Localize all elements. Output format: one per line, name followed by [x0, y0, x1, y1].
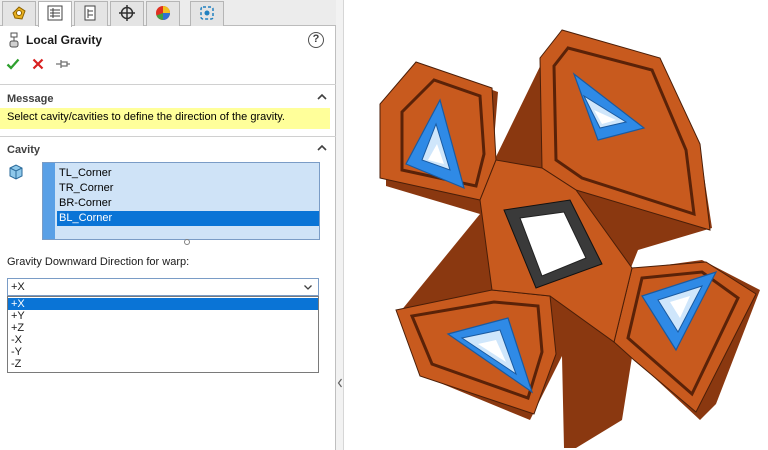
dimxpert-manager-tab[interactable]	[110, 1, 144, 26]
property-manager-icon	[46, 4, 64, 25]
mold-part-model	[379, 29, 760, 448]
cavity-collapse-chevron-icon[interactable]	[316, 143, 328, 156]
message-collapse-chevron-icon[interactable]	[316, 92, 328, 105]
option-minus-y[interactable]: -Y	[8, 346, 318, 358]
checkmark-icon	[6, 57, 20, 74]
manager-tab-bar	[0, 0, 336, 27]
ok-button[interactable]	[4, 56, 22, 74]
list-item-tr-corner[interactable]: TR_Corner	[57, 181, 319, 196]
cancel-button[interactable]	[29, 56, 47, 74]
configuration-manager-tab[interactable]	[74, 1, 108, 26]
gravity-direction-label: Gravity Downward Direction for warp:	[7, 256, 190, 268]
panel-header: Local Gravity ?	[0, 28, 336, 54]
pushpin-icon	[55, 57, 71, 74]
simulation-tab[interactable]	[190, 1, 224, 26]
feature-manager-tab[interactable]	[2, 1, 36, 26]
panel-splitter[interactable]	[336, 0, 344, 450]
x-icon	[31, 57, 45, 74]
selected-direction-value: +X	[11, 281, 25, 293]
list-accent-stripe	[43, 163, 55, 239]
simulation-icon	[198, 4, 216, 25]
list-item-br-corner[interactable]: BR-Corner	[57, 196, 319, 211]
property-manager-panel: Local Gravity ? Message Select cavity/ca…	[0, 0, 336, 450]
cavity-selection-list[interactable]: TL_Corner TR_Corner BR-Corner BL_Corner	[42, 162, 320, 240]
cavity-section-title: Cavity	[7, 144, 41, 156]
section-divider	[0, 136, 336, 137]
feature-manager-icon	[10, 4, 28, 25]
option-minus-z[interactable]: -Z	[8, 358, 318, 370]
option-plus-x[interactable]: +X	[8, 298, 318, 310]
gravity-icon	[8, 32, 20, 51]
cavity-cube-icon	[7, 163, 25, 184]
page-title: Local Gravity	[26, 33, 103, 47]
display-manager-tab[interactable]	[146, 1, 180, 26]
option-plus-z[interactable]: +Z	[8, 322, 318, 334]
graphics-viewport[interactable]	[344, 0, 768, 450]
chevron-down-icon	[303, 281, 313, 297]
option-minus-x[interactable]: -X	[8, 334, 318, 346]
pin-button[interactable]	[54, 56, 72, 74]
gravity-direction-dropdown-list: +X +Y +Z -X -Y -Z	[7, 296, 319, 373]
list-resize-handle[interactable]	[184, 239, 190, 245]
crosshair-icon	[118, 4, 136, 25]
section-divider	[0, 84, 336, 85]
property-manager-tab[interactable]	[38, 1, 72, 27]
list-item-tl-corner[interactable]: TL_Corner	[57, 166, 319, 181]
help-icon[interactable]: ?	[308, 32, 324, 48]
option-plus-y[interactable]: +Y	[8, 310, 318, 322]
message-text: Select cavity/cavities to define the dir…	[0, 108, 330, 129]
splitter-arrow-icon[interactable]	[337, 378, 343, 391]
message-section-title: Message	[7, 93, 54, 105]
list-item-bl-corner[interactable]: BL_Corner	[57, 211, 319, 226]
configuration-manager-icon	[82, 4, 100, 25]
pie-chart-icon	[154, 4, 172, 25]
gravity-direction-select[interactable]: +X	[7, 278, 319, 296]
